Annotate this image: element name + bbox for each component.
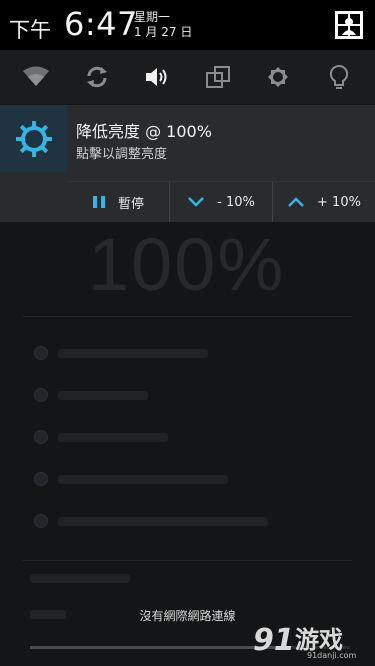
radio-icon (34, 388, 48, 402)
profile-grid-icon (338, 14, 360, 36)
notification-actions: 暫停 - 10% + 10% (67, 181, 375, 222)
wifi-icon (23, 66, 50, 86)
faded-text (58, 348, 208, 358)
ampm-label: 下午 (9, 18, 51, 42)
site-watermark-logo: 91 游戏 91danji.com (253, 623, 357, 660)
pause-label: 暫停 (117, 196, 144, 212)
faded-text (30, 574, 130, 583)
flashlight-icon (329, 64, 348, 89)
brightness-icon (268, 67, 289, 87)
wifi-toggle[interactable] (14, 55, 58, 99)
radio-icon (34, 514, 48, 528)
rotate-icon (205, 66, 230, 88)
brightness-gear-icon (15, 120, 52, 157)
brightness-notification[interactable]: 降低亮度 @ 100% 點擊以調整亮度 暫停 - 10% + 10% (0, 105, 375, 222)
quick-settings-profile-button[interactable] (335, 11, 363, 39)
rotate-toggle[interactable] (196, 55, 240, 99)
flashlight-toggle[interactable] (317, 55, 361, 99)
sound-toggle[interactable] (135, 55, 179, 99)
background-divider (22, 560, 352, 561)
background-option (34, 346, 208, 360)
pause-button[interactable]: 暫停 (67, 182, 169, 222)
quick-settings-row (0, 50, 375, 104)
pause-icon (92, 196, 105, 208)
chevron-up-icon (288, 197, 304, 207)
notification-subtitle: 點擊以調整亮度 (76, 147, 168, 162)
decrease-brightness-button[interactable]: - 10% (169, 182, 272, 222)
background-option (34, 430, 168, 444)
sync-toggle[interactable] (75, 55, 119, 99)
faded-text (58, 432, 168, 442)
background-option (34, 388, 148, 402)
background-divider (22, 316, 352, 317)
background-option (34, 472, 228, 486)
chevron-down-icon (188, 197, 205, 207)
svg-text:游戏: 游戏 (295, 626, 343, 654)
notification-title: 降低亮度 @ 100% (76, 122, 212, 141)
faded-text (58, 474, 228, 484)
background-brightness-value: 100% (88, 223, 286, 306)
brightness-toggle[interactable] (256, 55, 300, 99)
faded-text (58, 390, 148, 400)
sound-icon (146, 68, 167, 86)
svg-text:91: 91 (253, 623, 295, 658)
background-section (30, 574, 130, 583)
bottom-track-fill (30, 646, 280, 649)
screen: 下午 6:47 星期一 1 月 27 日 降低亮度 @ 100% 點擊以調整亮度… (0, 0, 375, 666)
increase-brightness-button[interactable]: + 10% (272, 182, 375, 222)
weekday-label: 星期一 (134, 10, 171, 24)
increase-label: + 10% (317, 194, 361, 210)
faded-text (58, 516, 268, 526)
date-label: 1 月 27 日 (134, 25, 193, 39)
date-block: 星期一 1 月 27 日 (134, 10, 192, 40)
radio-icon (34, 430, 48, 444)
radio-icon (34, 346, 48, 360)
decrease-label: - 10% (217, 194, 255, 210)
status-header: 下午 6:47 星期一 1 月 27 日 (0, 0, 375, 50)
background-option (34, 514, 268, 528)
sync-icon (86, 66, 107, 88)
svg-text:91danji.com: 91danji.com (307, 651, 357, 660)
background-app: 100% (0, 222, 375, 666)
clock-time: 6:47 (64, 5, 138, 43)
radio-icon (34, 472, 48, 486)
notification-icon-box (0, 105, 67, 172)
